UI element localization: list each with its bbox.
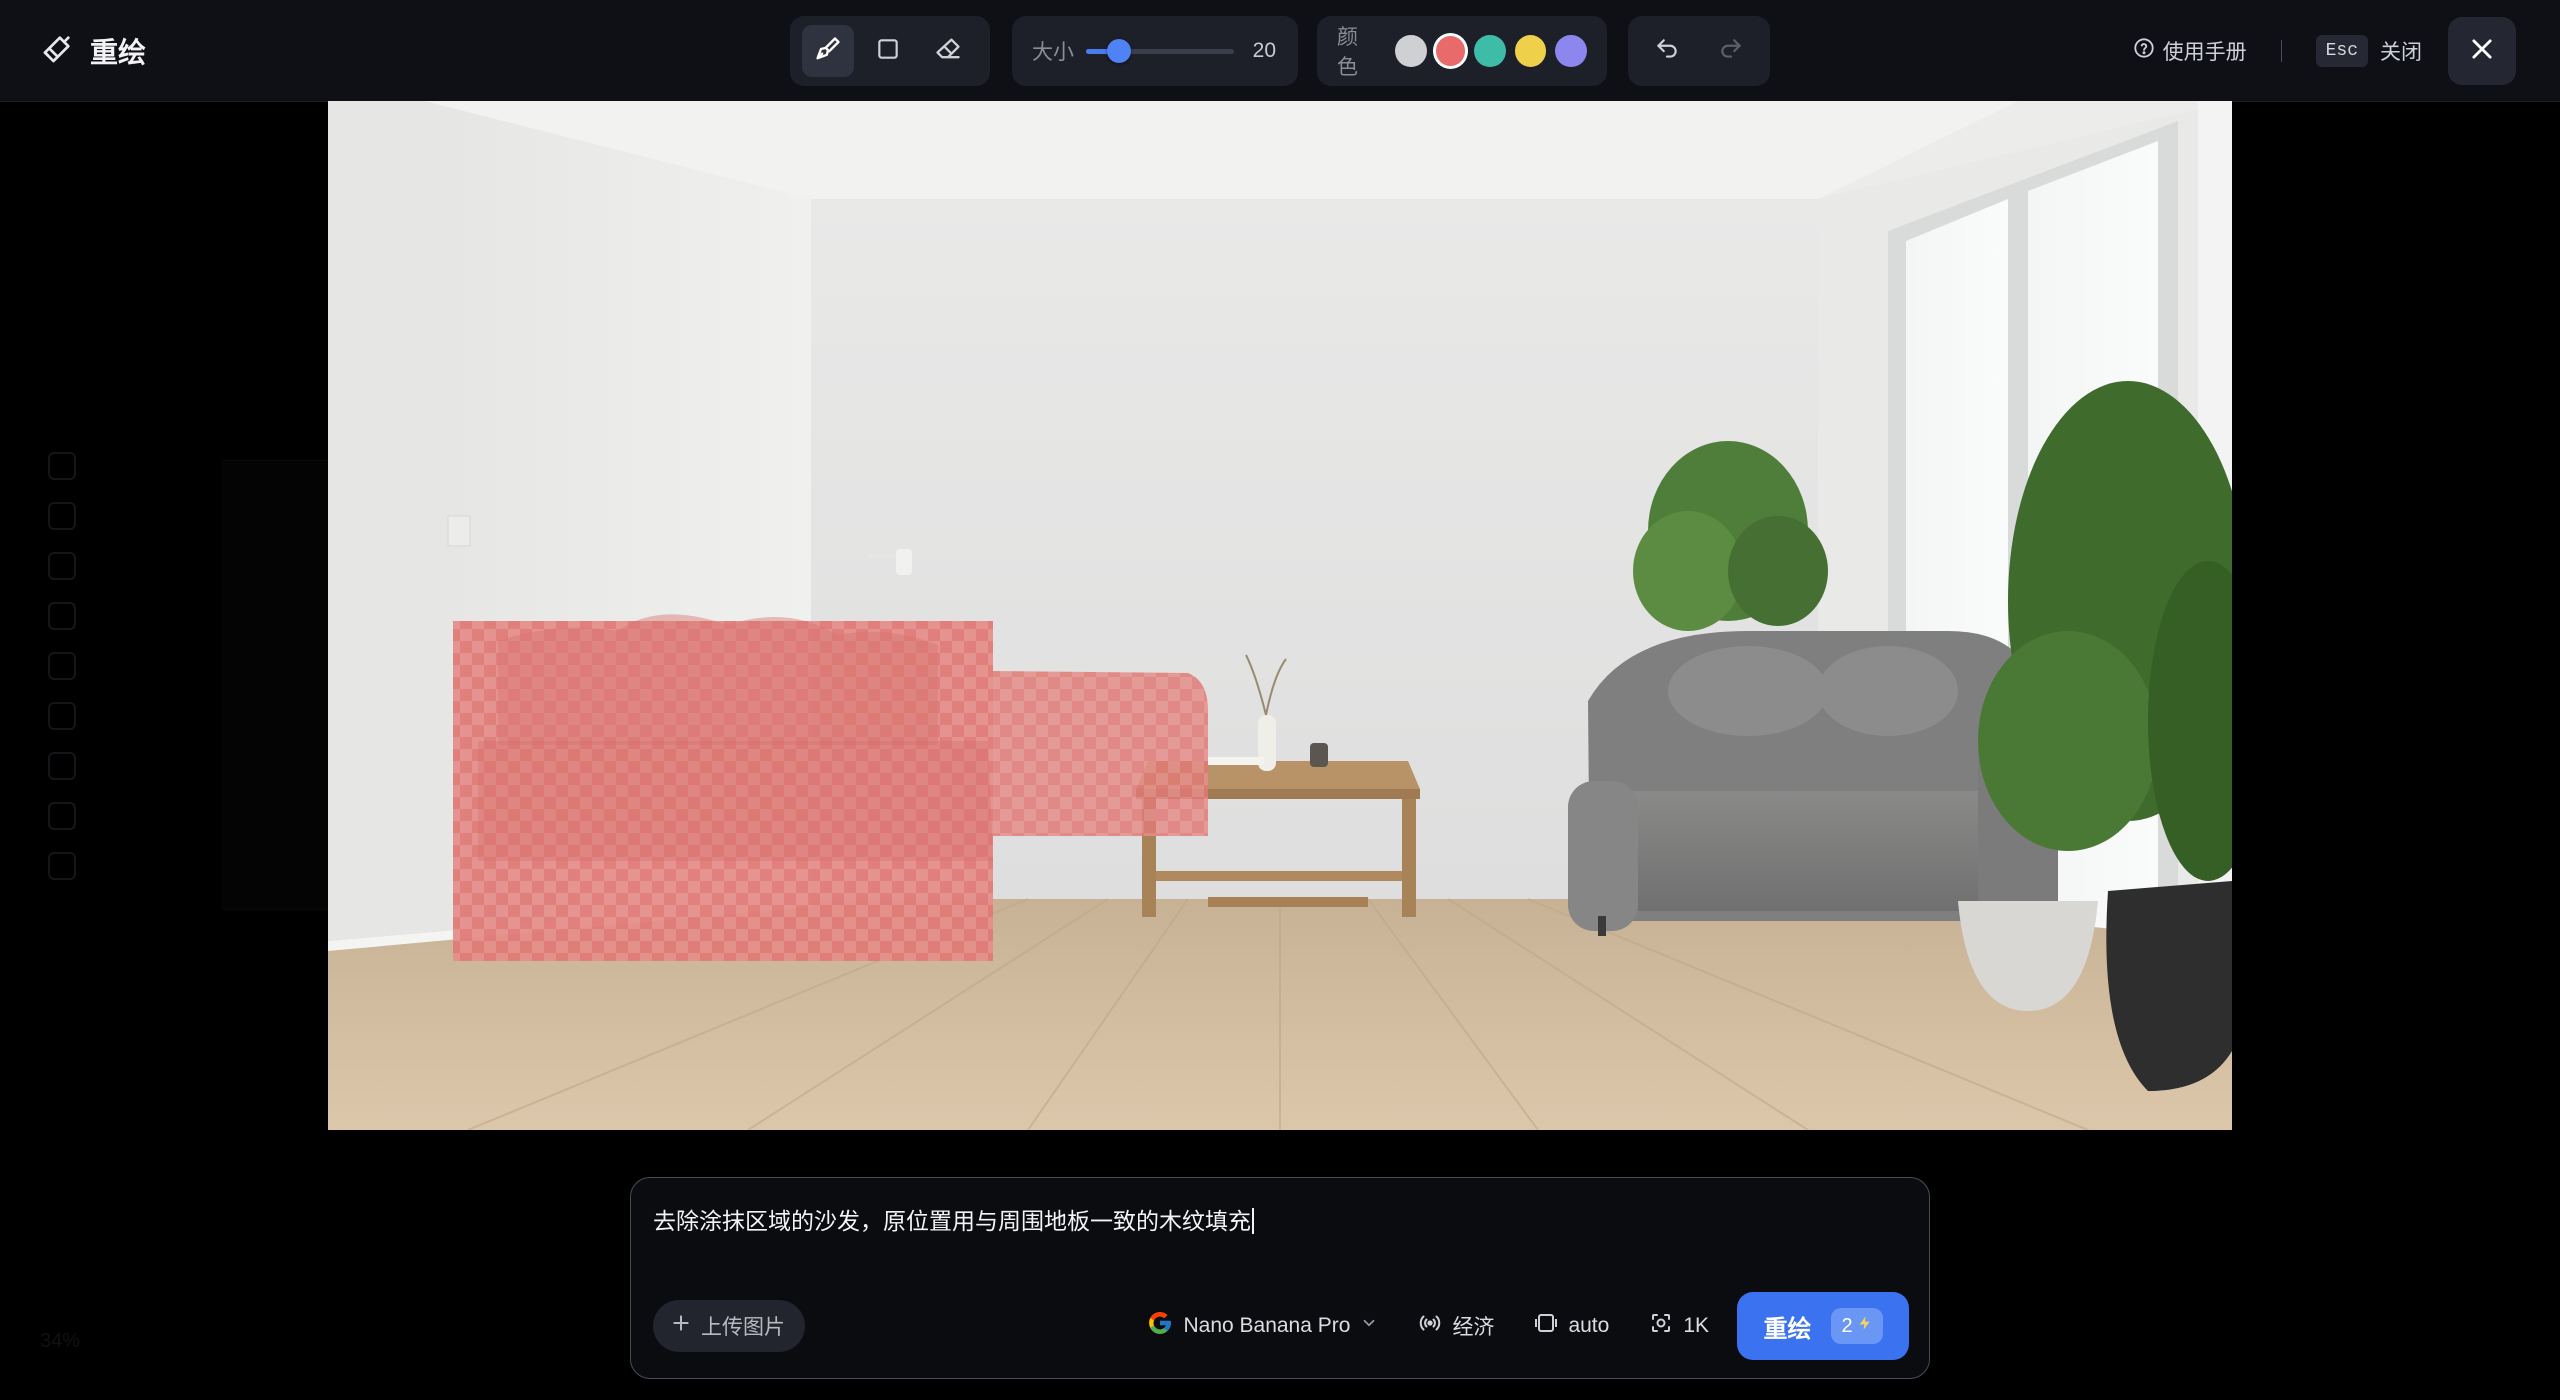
repaint-submit-button[interactable]: 重绘 2 (1737, 1292, 1909, 1360)
cost-value: 2 (1841, 1314, 1853, 1337)
size-slider-handle[interactable] (1106, 39, 1131, 63)
prompt-input[interactable]: 去除涂抹区域的沙发，原位置用与周围地板一致的木纹填充 (653, 1202, 1254, 1236)
size-label: 大小 (1032, 41, 1074, 64)
background-zoom-level: 34% (40, 1330, 81, 1352)
redo-button[interactable] (1706, 25, 1756, 77)
brush-tool-button[interactable] (802, 25, 854, 77)
upload-label: 上传图片 (701, 1316, 785, 1339)
background-panel (222, 460, 332, 910)
mode-label: 经济 (1452, 1316, 1495, 1339)
repaint-canvas[interactable] (328, 101, 2232, 1130)
resolution-label: 1K (1683, 1314, 1709, 1337)
rectangle-tool-button[interactable] (862, 25, 914, 77)
credit-cost-badge: 2 (1831, 1308, 1883, 1344)
eraser-icon (934, 35, 962, 68)
brand: 重绘 (40, 30, 146, 72)
text-caret (1252, 1208, 1254, 1234)
color-swatch[interactable] (1514, 35, 1547, 67)
close-button[interactable] (2448, 17, 2516, 85)
lightning-icon (1857, 1314, 1873, 1338)
repaint-brush-icon (40, 32, 74, 71)
history-controls (1628, 16, 1770, 86)
size-value: 20 (1252, 39, 1276, 62)
top-toolbar: 重绘 大小 20 颜色 使用手册 Esc 关闭 (0, 0, 2560, 102)
close-icon (2468, 35, 2496, 68)
undo-button[interactable] (1642, 25, 1692, 77)
google-logo-icon (1147, 1310, 1173, 1342)
aspect-ratio-label: auto (1568, 1314, 1610, 1337)
esc-key-hint: Esc (2315, 35, 2368, 67)
mode-select[interactable]: 经济 (1418, 1311, 1494, 1341)
brush-icon (814, 35, 842, 68)
drawing-tools (790, 16, 990, 86)
upload-image-button[interactable]: 上传图片 (653, 1300, 805, 1352)
help-label: 使用手册 (2162, 41, 2247, 64)
size-slider[interactable] (1086, 39, 1234, 63)
background-tool-rail (36, 452, 88, 952)
prompt-text: 去除涂抹区域的沙发，原位置用与周围地板一致的木纹填充 (653, 1208, 1251, 1234)
focus-frame-icon (1649, 1311, 1673, 1341)
aspect-ratio-icon (1534, 1311, 1558, 1341)
color-swatch[interactable] (1474, 35, 1506, 67)
room-image (328, 101, 2232, 1130)
color-swatch[interactable] (1395, 35, 1427, 67)
top-right-actions: 使用手册 Esc 关闭 (2133, 14, 2516, 88)
submit-label: 重绘 (1763, 1315, 1812, 1343)
help-circle-icon (2133, 37, 2155, 65)
color-label: 颜色 (1337, 26, 1358, 79)
page-title: 重绘 (90, 37, 147, 68)
aspect-ratio-select[interactable]: auto (1534, 1311, 1609, 1341)
chevron-down-icon (1360, 1314, 1378, 1338)
broadcast-icon (1418, 1311, 1442, 1341)
model-select[interactable]: Nano Banana Pro (1147, 1310, 1378, 1342)
undo-icon (1654, 36, 1680, 67)
close-label: 关闭 (2380, 41, 2422, 64)
resolution-select[interactable]: 1K (1649, 1311, 1709, 1341)
color-swatch[interactable] (1555, 35, 1587, 67)
color-swatch[interactable] (1435, 36, 1466, 66)
divider (2280, 40, 2282, 62)
gray-sofa (1568, 631, 2058, 941)
model-label: Nano Banana Pro (1183, 1314, 1351, 1337)
brush-size-control: 大小 20 (1012, 16, 1298, 86)
prompt-panel: 去除涂抹区域的沙发，原位置用与周围地板一致的木纹填充 上传图片 Nano Ban… (630, 1177, 1930, 1379)
mask-color-picker: 颜色 (1317, 16, 1607, 86)
rectangle-icon (875, 36, 901, 67)
plus-icon (671, 1313, 691, 1339)
help-manual-link[interactable]: 使用手册 (2133, 36, 2247, 66)
redo-icon (1718, 36, 1744, 67)
eraser-tool-button[interactable] (922, 25, 974, 77)
generation-options: Nano Banana Pro 经济 auto 1K (1147, 1300, 1709, 1352)
